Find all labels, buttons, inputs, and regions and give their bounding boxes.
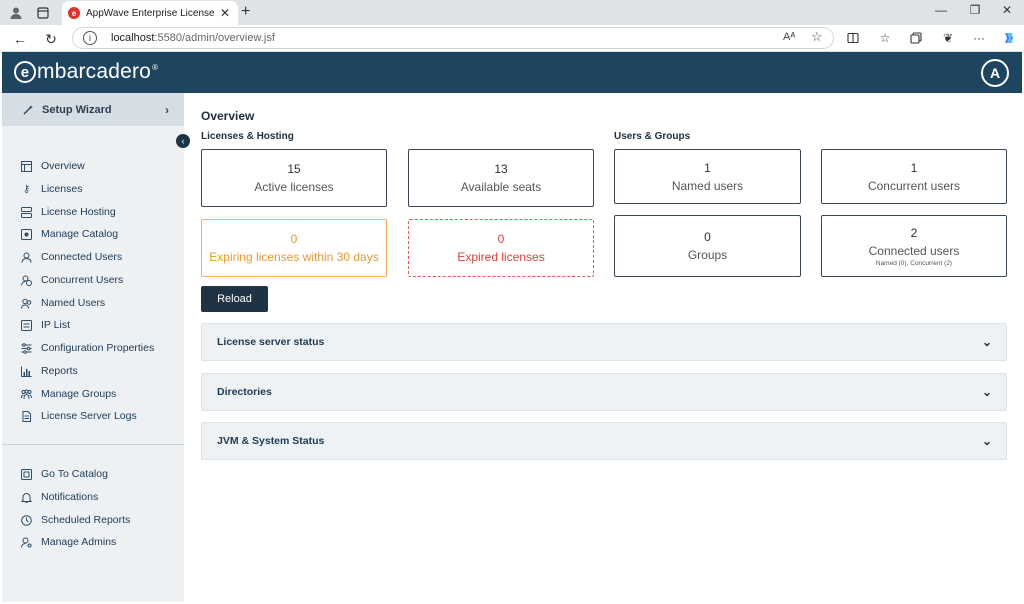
refresh-icon[interactable]: ↻ bbox=[41, 29, 61, 49]
key-icon: ⚷ bbox=[22, 183, 31, 195]
split-screen-icon[interactable] bbox=[844, 29, 862, 47]
profile-icon[interactable] bbox=[7, 4, 25, 22]
concurrent-users-card[interactable]: 1 Concurrent users bbox=[821, 149, 1007, 204]
sidebar-item-license-server-logs[interactable]: License Server Logs bbox=[2, 406, 184, 426]
sidebar-divider bbox=[2, 444, 184, 445]
sidebar-item-go-to-catalog[interactable]: Go To Catalog bbox=[2, 464, 184, 484]
collections-icon[interactable] bbox=[907, 29, 925, 47]
close-window-icon[interactable]: ✕ bbox=[996, 3, 1018, 17]
magic-wand-icon bbox=[21, 103, 34, 116]
sidebar-item-reports[interactable]: Reports bbox=[2, 361, 184, 381]
active-licenses-card[interactable]: 15 Active licenses bbox=[201, 149, 387, 207]
favorites-icon[interactable]: ☆ bbox=[876, 29, 894, 47]
chevron-down-icon: ⌄ bbox=[981, 434, 992, 448]
browser-tab[interactable]: e AppWave Enterprise License Cent ✕ bbox=[62, 1, 238, 25]
expired-licenses-card[interactable]: 0 Expired licenses bbox=[408, 219, 594, 277]
sidebar-item-notifications[interactable]: Notifications bbox=[2, 487, 184, 507]
group-icon bbox=[20, 388, 33, 401]
list-icon bbox=[20, 319, 33, 332]
chevron-down-icon: ⌄ bbox=[981, 335, 992, 349]
user-clock-icon bbox=[20, 274, 33, 287]
sliders-icon bbox=[20, 342, 33, 355]
expiring-licenses-card[interactable]: 0 Expiring licenses within 30 days bbox=[201, 219, 387, 277]
tab-favicon-icon: e bbox=[68, 7, 80, 19]
restore-icon[interactable]: ❐ bbox=[964, 3, 986, 17]
jvm-system-status-panel[interactable]: JVM & System Status ⌄ bbox=[201, 422, 1007, 460]
page-title: Overview bbox=[201, 109, 255, 123]
bar-chart-icon bbox=[20, 365, 33, 378]
collapse-sidebar-button[interactable]: ‹ bbox=[176, 134, 190, 148]
named-users-card[interactable]: 1 Named users bbox=[614, 149, 801, 204]
info-icon[interactable]: i bbox=[83, 31, 97, 45]
sidebar-item-licenses[interactable]: ⚷ Licenses bbox=[2, 179, 184, 199]
document-icon bbox=[20, 410, 33, 423]
url-text: localhost:5580/admin/overview.jsf bbox=[111, 32, 275, 44]
catalog-icon bbox=[20, 468, 33, 481]
clock-icon bbox=[20, 514, 33, 527]
copilot-icon[interactable] bbox=[1000, 29, 1018, 47]
sidebar-item-ip-list[interactable]: IP List bbox=[2, 315, 184, 335]
sidebar-item-connected-users[interactable]: Connected Users bbox=[2, 247, 184, 267]
setup-wizard-label: Setup Wizard bbox=[42, 103, 112, 116]
sidebar-item-license-hosting[interactable]: License Hosting bbox=[2, 202, 184, 222]
chevron-right-icon: › bbox=[165, 102, 169, 117]
sidebar-item-overview[interactable]: Overview bbox=[2, 156, 184, 176]
avatar[interactable]: A bbox=[981, 59, 1009, 87]
sidebar-item-concurrent-users[interactable]: Concurrent Users bbox=[2, 270, 184, 290]
users-icon bbox=[20, 297, 33, 310]
chevron-down-icon: ⌄ bbox=[981, 385, 992, 399]
minimize-icon[interactable]: — bbox=[930, 3, 952, 17]
back-icon[interactable]: ← bbox=[10, 29, 30, 49]
more-icon[interactable]: ··· bbox=[970, 29, 988, 47]
extensions-icon[interactable]: ❦ bbox=[939, 29, 957, 47]
directories-panel[interactable]: Directories ⌄ bbox=[201, 373, 1007, 411]
available-seats-card[interactable]: 13 Available seats bbox=[408, 149, 594, 207]
license-server-status-panel[interactable]: License server status ⌄ bbox=[201, 323, 1007, 361]
app-header: e mbarcadero ® A bbox=[2, 52, 1022, 93]
connected-users-card[interactable]: 2 Connected users Named (0), Concurrent … bbox=[821, 215, 1007, 277]
sidebar-item-manage-groups[interactable]: Manage Groups bbox=[2, 384, 184, 404]
sidebar: Setup Wizard › Overview ⚷ Licenses Licen… bbox=[2, 93, 184, 602]
user-icon bbox=[20, 251, 33, 264]
server-icon bbox=[20, 206, 33, 219]
admin-icon bbox=[20, 536, 33, 549]
main-content: Overview Licenses & Hosting Users & Grou… bbox=[184, 93, 1022, 602]
setup-wizard-button[interactable]: Setup Wizard › bbox=[2, 93, 184, 126]
sidebar-item-named-users[interactable]: Named Users bbox=[2, 293, 184, 313]
embarcadero-logo[interactable]: e mbarcadero ® bbox=[14, 60, 158, 84]
tab-title: AppWave Enterprise License Cent bbox=[86, 7, 214, 19]
users-groups-heading: Users & Groups bbox=[614, 131, 691, 142]
browser-tab-bar: e AppWave Enterprise License Cent ✕ + — … bbox=[0, 0, 1024, 25]
tab-actions-icon[interactable] bbox=[34, 4, 52, 22]
tab-close-icon[interactable]: ✕ bbox=[220, 6, 230, 20]
favorite-icon[interactable]: ☆ bbox=[811, 29, 823, 45]
reload-button[interactable]: Reload bbox=[201, 286, 268, 312]
bell-icon bbox=[20, 491, 33, 504]
url-field[interactable]: i localhost:5580/admin/overview.jsf Aᴬ ☆ bbox=[72, 27, 834, 49]
read-aloud-icon[interactable]: Aᴬ bbox=[783, 31, 795, 43]
address-bar-row: ← ↻ i localhost:5580/admin/overview.jsf … bbox=[0, 25, 1024, 52]
table-icon bbox=[20, 160, 33, 173]
licenses-hosting-heading: Licenses & Hosting bbox=[201, 131, 294, 142]
new-tab-button[interactable]: + bbox=[241, 3, 250, 21]
catalog-icon bbox=[20, 228, 33, 241]
sidebar-item-scheduled-reports[interactable]: Scheduled Reports bbox=[2, 510, 184, 530]
sidebar-item-manage-admins[interactable]: Manage Admins bbox=[2, 532, 184, 552]
sidebar-item-manage-catalog[interactable]: Manage Catalog bbox=[2, 224, 184, 244]
groups-card[interactable]: 0 Groups bbox=[614, 215, 801, 277]
sidebar-item-configuration-properties[interactable]: Configuration Properties bbox=[2, 338, 184, 358]
